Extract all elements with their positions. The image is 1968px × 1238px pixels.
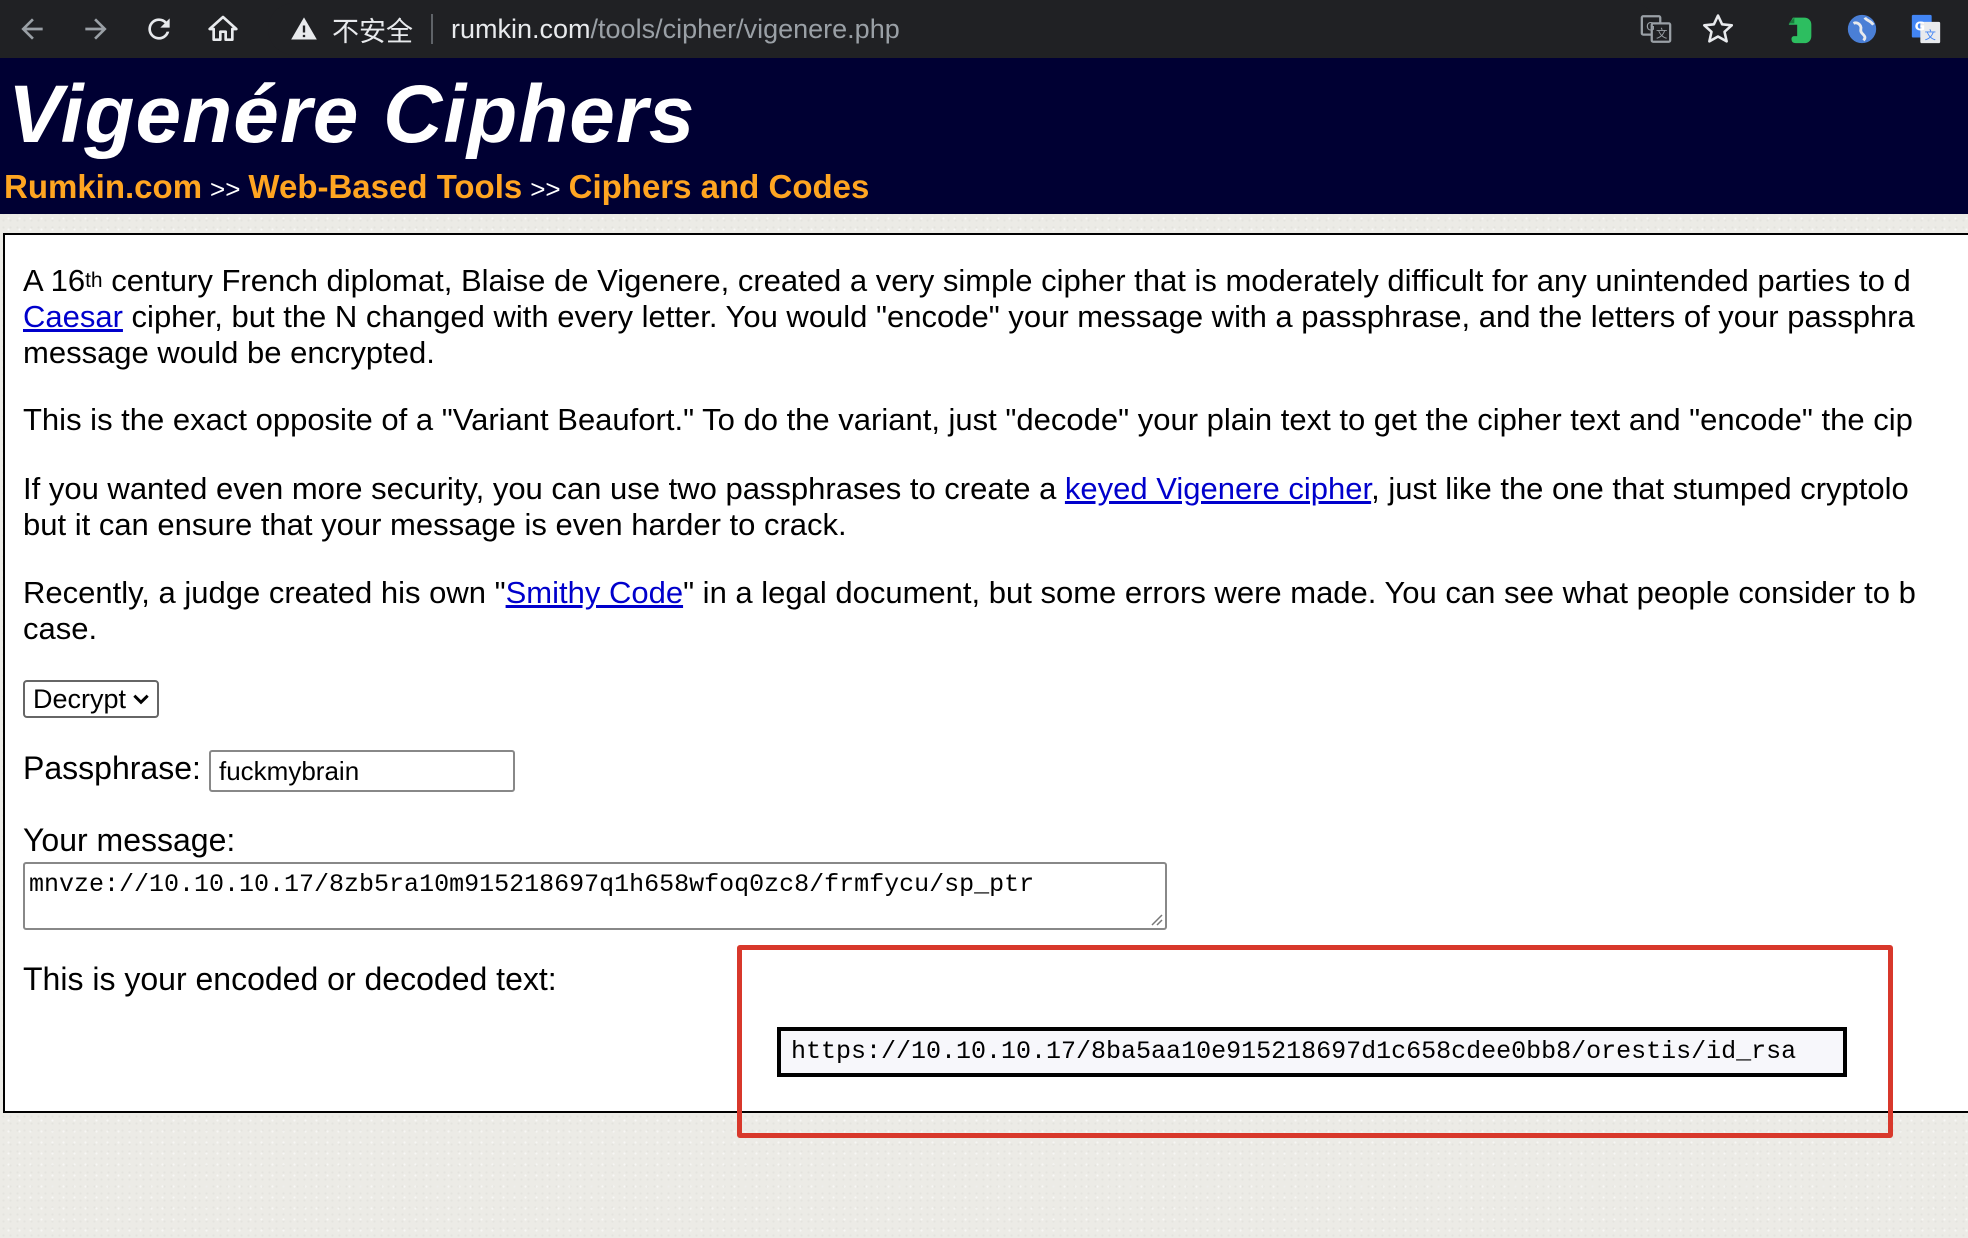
result-label: This is your encoded or decoded text: [23, 961, 557, 997]
arrow-right-icon [85, 18, 107, 40]
smithy-paragraph: Recently, a judge created his own "Smith… [23, 575, 1916, 647]
highlight-annotation [737, 945, 1893, 1138]
warning-icon [291, 17, 317, 40]
divider [431, 14, 433, 44]
evernote-extension[interactable] [1780, 9, 1820, 49]
browser-toolbar: 不安全 rumkin.com/tools/cipher/vigenere.php… [0, 0, 1968, 58]
breadcrumb-link-tools[interactable]: Web-Based Tools [248, 168, 522, 205]
translate-page-button[interactable]: G文 [1636, 9, 1676, 49]
breadcrumb: Rumkin.com >> Web-Based Tools >> Ciphers and… [4, 168, 869, 206]
svg-text:文: 文 [1925, 28, 1936, 42]
message-label: Your message: [23, 822, 236, 858]
arrow-left-icon [21, 18, 43, 40]
google-translate-extension[interactable]: G文 [1906, 9, 1946, 49]
mode-select[interactable]: Decrypt [23, 680, 159, 718]
caesar-link[interactable]: Caesar [23, 299, 123, 334]
google-translate-icon: G文 [1911, 14, 1941, 44]
keyed-text: , just like the one that stumped cryptol… [1371, 471, 1909, 506]
mode-select-value: Decrypt [33, 684, 127, 714]
chevron-down-icon [133, 694, 149, 705]
message-input[interactable]: mnvze://10.10.10.17/8zb5ra10m915218697q1… [23, 862, 1167, 930]
keyed-paragraph: If you wanted even more security, you ca… [23, 471, 1909, 543]
home-icon [208, 15, 238, 41]
ordinal-suffix: th [85, 269, 103, 292]
passphrase-label: Passphrase: [23, 750, 201, 786]
intro-text: cipher, but the N changed with every let… [122, 299, 1915, 334]
keyed-text: but it can ensure that your message is e… [23, 507, 847, 542]
back-button[interactable] [6, 3, 58, 55]
svg-text:G: G [1646, 19, 1655, 33]
reload-button[interactable] [133, 3, 185, 55]
home-button[interactable] [197, 3, 249, 55]
intro-text: A 16 [23, 263, 86, 298]
star-icon [1702, 14, 1734, 43]
url-path: /tools/cipher/vigenere.php [590, 13, 900, 44]
svg-text:文: 文 [1656, 27, 1667, 41]
intro-text: message would be encrypted. [23, 335, 435, 370]
translate-icon: G文 [1640, 15, 1672, 43]
breadcrumb-separator: >> [530, 174, 561, 204]
globe-icon [1847, 14, 1877, 44]
url-host: rumkin.com [451, 13, 591, 44]
forward-button[interactable] [70, 3, 122, 55]
intro-text: century French diplomat, Blaise de Vigen… [102, 263, 1911, 298]
page-title: Vigenére Ciphers [8, 69, 696, 160]
breadcrumb-link-home[interactable]: Rumkin.com [4, 168, 202, 205]
keyed-vigenere-link[interactable]: keyed Vigenere cipher [1065, 471, 1371, 506]
security-status[interactable]: 不安全 [332, 10, 413, 49]
site-header: Vigenére Ciphers Rumkin.com >> Web-Based T… [0, 58, 1968, 214]
smithy-text: Recently, a judge created his own " [23, 575, 506, 610]
evernote-icon [1788, 17, 1812, 44]
globe-extension[interactable] [1842, 9, 1882, 49]
passphrase-input[interactable] [209, 750, 515, 792]
svg-text:G: G [1915, 19, 1925, 34]
smithy-text: case. [23, 611, 98, 646]
variant-paragraph: This is the exact opposite of a "Variant… [23, 402, 1913, 437]
address-bar[interactable]: 不安全 rumkin.com/tools/cipher/vigenere.php [268, 3, 1658, 55]
smithy-code-link[interactable]: Smithy Code [506, 575, 683, 610]
bookmark-button[interactable] [1698, 9, 1738, 49]
intro-paragraph: A 16th century French diplomat, Blaise d… [23, 263, 1915, 371]
reload-icon [148, 18, 170, 40]
breadcrumb-link-ciphers[interactable]: Ciphers and Codes [569, 168, 870, 205]
keyed-text: If you wanted even more security, you ca… [23, 471, 1065, 506]
smithy-text: " in a legal document, but some errors w… [683, 575, 1916, 610]
resize-grip-icon[interactable] [1149, 912, 1163, 926]
breadcrumb-separator: >> [210, 174, 241, 204]
